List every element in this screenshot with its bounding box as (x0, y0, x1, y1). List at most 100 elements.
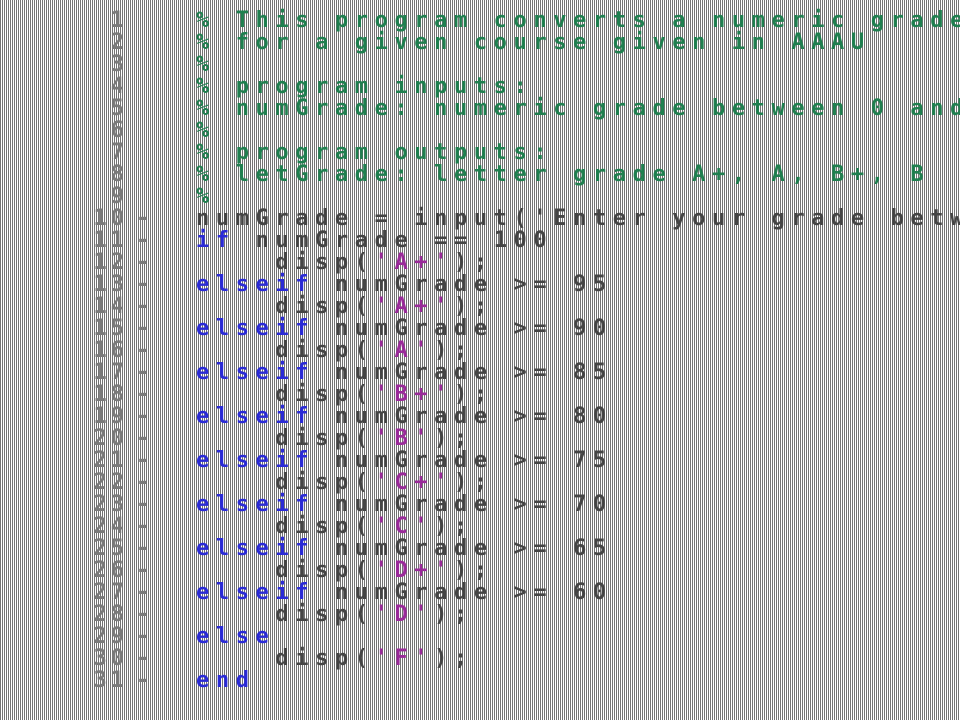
code-text: elseif numGrade >= 65 (196, 538, 613, 560)
line-number: 11 (93, 228, 128, 253)
code-text: disp('A'); (196, 340, 474, 362)
code-line[interactable]: 2 % for a given course given in AAAU (0, 32, 960, 54)
code-text: disp('A+'); (196, 252, 494, 274)
code-text: elseif numGrade >= 75 (196, 450, 613, 472)
breakpoint-marker[interactable]: - (136, 494, 156, 516)
code-line[interactable]: 31- end (0, 670, 960, 692)
line-number: 29 (93, 624, 128, 649)
breakpoint-marker[interactable]: - (136, 230, 156, 252)
line-number: 21 (93, 448, 128, 473)
line-number: 8 (110, 162, 128, 187)
code-line[interactable]: 8 % letGrade: letter grade A+, A, B+, B (0, 164, 960, 186)
code-line[interactable]: 28- disp('D'); (0, 604, 960, 626)
code-text: elseif numGrade >= 70 (196, 494, 613, 516)
code-text: disp('A+'); (196, 296, 494, 318)
code-text: % This program converts a numeric grade (196, 10, 960, 32)
code-line[interactable]: 18- disp('B+'); (0, 384, 960, 406)
breakpoint-marker[interactable]: - (136, 252, 156, 274)
breakpoint-marker[interactable]: - (136, 560, 156, 582)
code-line[interactable]: 27- elseif numGrade >= 60 (0, 582, 960, 604)
line-number: 19 (93, 404, 128, 429)
code-editor[interactable]: 1 % This program converts a numeric grade… (0, 0, 960, 720)
breakpoint-marker[interactable]: - (136, 274, 156, 296)
breakpoint-marker[interactable]: - (136, 472, 156, 494)
code-text: disp('C'); (196, 516, 474, 538)
code-line[interactable]: 10- numGrade = input('Enter your grade be… (0, 208, 960, 230)
code-line[interactable]: 30- disp('F'); (0, 648, 960, 670)
code-line[interactable]: 16- disp('A'); (0, 340, 960, 362)
breakpoint-marker[interactable]: - (136, 362, 156, 384)
breakpoint-marker[interactable]: - (136, 384, 156, 406)
code-line[interactable]: 3% (0, 54, 960, 76)
code-line[interactable]: 22- disp('C+'); (0, 472, 960, 494)
code-line[interactable]: 7 % program outputs: (0, 142, 960, 164)
code-line[interactable]: 20- disp('B'); (0, 428, 960, 450)
code-text: disp('B+'); (196, 384, 494, 406)
code-text: disp('C+'); (196, 472, 494, 494)
line-number: 23 (93, 492, 128, 517)
breakpoint-marker[interactable]: - (136, 538, 156, 560)
breakpoint-marker[interactable]: - (136, 670, 156, 692)
code-line[interactable]: 29- else (0, 626, 960, 648)
breakpoint-marker[interactable]: - (136, 626, 156, 648)
code-line[interactable]: 11- if numGrade == 100 (0, 230, 960, 252)
string-token: 'D' (374, 602, 435, 627)
code-text: % numGrade: numeric grade between 0 and … (196, 98, 960, 120)
code-line[interactable]: 23- elseif numGrade >= 70 (0, 494, 960, 516)
code-line[interactable]: 9% (0, 186, 960, 208)
breakpoint-marker[interactable]: - (136, 208, 156, 230)
code-line[interactable]: 5 % numGrade: numeric grade between 0 and… (0, 98, 960, 120)
code-line[interactable]: 19- elseif numGrade >= 80 (0, 406, 960, 428)
line-number: 3 (110, 52, 128, 77)
line-number: 14 (93, 294, 128, 319)
code-text: disp('D'); (196, 604, 474, 626)
code-line[interactable]: 13- elseif numGrade >= 95 (0, 274, 960, 296)
line-number: 27 (93, 580, 128, 605)
string-token: 'F' (374, 646, 435, 671)
code-text: % (196, 186, 216, 208)
code-line[interactable]: 25- elseif numGrade >= 65 (0, 538, 960, 560)
code-line[interactable]: 1 % This program converts a numeric grade (0, 10, 960, 32)
breakpoint-marker[interactable]: - (136, 450, 156, 472)
code-line[interactable]: 15- elseif numGrade >= 90 (0, 318, 960, 340)
code-text: elseif numGrade >= 60 (196, 582, 613, 604)
line-number: 7 (110, 140, 128, 165)
line-number: 30 (93, 646, 128, 671)
line-number: 31 (93, 668, 128, 693)
code-line[interactable]: 4 % program inputs: (0, 76, 960, 98)
code-line[interactable]: 6% (0, 120, 960, 142)
code-text: disp('B'); (196, 428, 474, 450)
code-text: % program inputs: (196, 76, 533, 98)
breakpoint-marker[interactable]: - (136, 648, 156, 670)
code-text: elseif numGrade >= 90 (196, 318, 613, 340)
line-number: 13 (93, 272, 128, 297)
breakpoint-marker[interactable]: - (136, 582, 156, 604)
line-number: 16 (93, 338, 128, 363)
code-text: else (196, 626, 275, 648)
code-line[interactable]: 14- disp('A+'); (0, 296, 960, 318)
line-number: 6 (110, 118, 128, 143)
normal-token: ); (434, 646, 474, 671)
line-number: 26 (93, 558, 128, 583)
breakpoint-marker[interactable]: - (136, 428, 156, 450)
code-line[interactable]: 17- elseif numGrade >= 85 (0, 362, 960, 384)
code-line[interactable]: 12- disp('A+'); (0, 252, 960, 274)
code-line[interactable]: 21- elseif numGrade >= 75 (0, 450, 960, 472)
breakpoint-marker[interactable]: - (136, 340, 156, 362)
comment-token: % for a given course given in AAAU (196, 30, 871, 55)
comment-token: % numGrade: numeric grade between 0 and … (196, 96, 960, 121)
comment-token: % letGrade: letter grade A+, A, B+, B (196, 162, 931, 187)
line-number: 17 (93, 360, 128, 385)
breakpoint-marker[interactable]: - (136, 604, 156, 626)
code-line[interactable]: 26- disp('D+'); (0, 560, 960, 582)
code-text: % letGrade: letter grade A+, A, B+, B (196, 164, 930, 186)
breakpoint-marker[interactable]: - (136, 406, 156, 428)
breakpoint-marker[interactable]: - (136, 318, 156, 340)
code-text: % program outputs: (196, 142, 553, 164)
line-number: 10 (93, 206, 128, 231)
line-number: 15 (93, 316, 128, 341)
breakpoint-marker[interactable]: - (136, 296, 156, 318)
code-line[interactable]: 24- disp('C'); (0, 516, 960, 538)
line-number: 9 (110, 184, 128, 209)
breakpoint-marker[interactable]: - (136, 516, 156, 538)
